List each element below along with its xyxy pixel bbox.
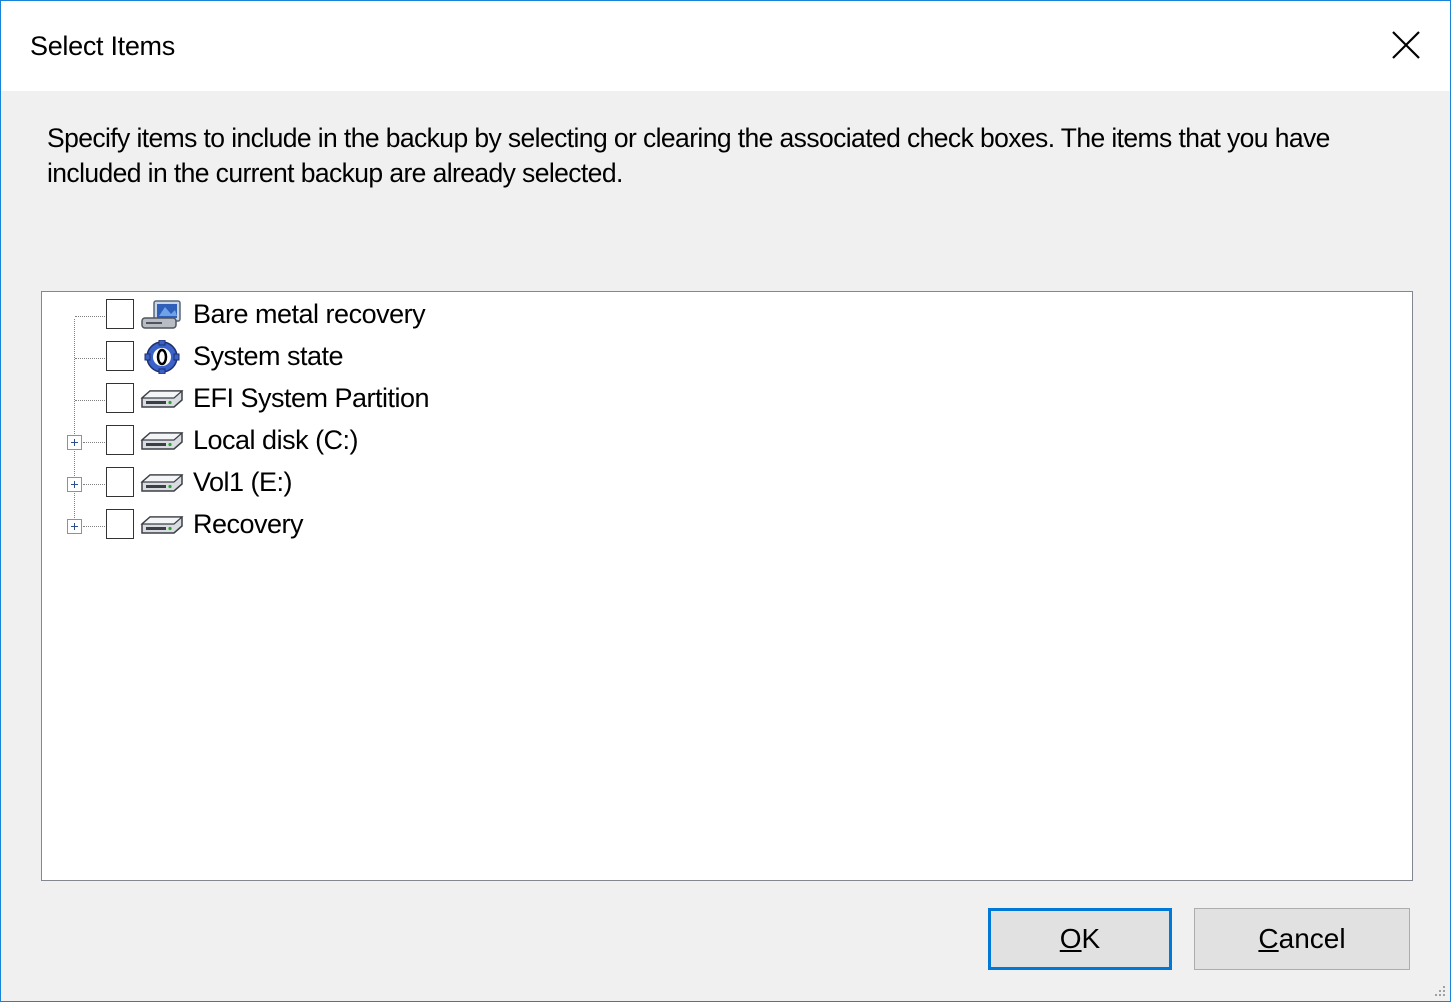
tree-item-efi-system-partition[interactable]: EFI System Partition <box>42 380 742 418</box>
cancel-label-rest: ancel <box>1278 923 1346 954</box>
tree-item-bare-metal-recovery[interactable]: Bare metal recovery <box>42 296 742 334</box>
title-bar: Select Items <box>1 1 1450 91</box>
tree-item-vol1-e[interactable]: Vol1 (E:) <box>42 464 742 502</box>
disk-icon <box>140 516 184 534</box>
expand-icon[interactable] <box>67 477 82 492</box>
vol1-e-checkbox[interactable] <box>106 467 134 497</box>
select-items-dialog: Select Items Specify items to include in… <box>0 0 1451 1002</box>
instructions-text: Specify items to include in the backup b… <box>47 123 1330 188</box>
tree-branch-line <box>75 358 105 359</box>
resize-grip-icon[interactable] <box>1432 983 1446 997</box>
ok-button[interactable]: OK <box>988 908 1172 970</box>
tree-item-label: System state <box>193 341 344 371</box>
ok-mnemonic: O <box>1059 923 1082 954</box>
expand-icon[interactable] <box>67 519 82 534</box>
tree-branch-line <box>83 442 105 443</box>
cancel-mnemonic: C <box>1258 923 1279 954</box>
close-button[interactable] <box>1384 23 1428 67</box>
cancel-button[interactable]: Cancel <box>1194 908 1410 970</box>
bare-metal-recovery-checkbox[interactable] <box>106 299 134 329</box>
tree-item-system-state[interactable]: System state <box>42 338 742 376</box>
expand-icon[interactable] <box>67 435 82 450</box>
items-tree[interactable]: Bare metal recovery System state EFI Sys… <box>41 291 1413 881</box>
close-icon <box>1392 31 1420 59</box>
local-disk-c-checkbox[interactable] <box>106 425 134 455</box>
tree-branch-line <box>75 316 105 317</box>
tree-branch-line <box>83 484 105 485</box>
tree-item-local-disk-c[interactable]: Local disk (C:) <box>42 422 742 460</box>
tree-item-recovery[interactable]: Recovery <box>42 506 742 544</box>
tree-branch-line <box>75 400 105 401</box>
efi-system-partition-checkbox[interactable] <box>106 383 134 413</box>
tree-item-label: EFI System Partition <box>193 383 430 413</box>
ok-label-rest: K <box>1081 923 1101 954</box>
bare-metal-icon <box>141 300 181 329</box>
tree-item-label: Local disk (C:) <box>193 425 359 455</box>
tree-item-label: Bare metal recovery <box>193 299 426 329</box>
system-state-icon <box>144 340 180 374</box>
recovery-checkbox[interactable] <box>106 509 134 539</box>
system-state-checkbox[interactable] <box>106 341 134 371</box>
disk-icon <box>140 390 184 408</box>
disk-icon <box>140 474 184 492</box>
disk-icon <box>140 432 184 450</box>
tree-item-label: Vol1 (E:) <box>193 467 293 497</box>
tree-branch-line <box>83 526 105 527</box>
window-title: Select Items <box>30 31 175 61</box>
tree-item-label: Recovery <box>193 509 304 539</box>
